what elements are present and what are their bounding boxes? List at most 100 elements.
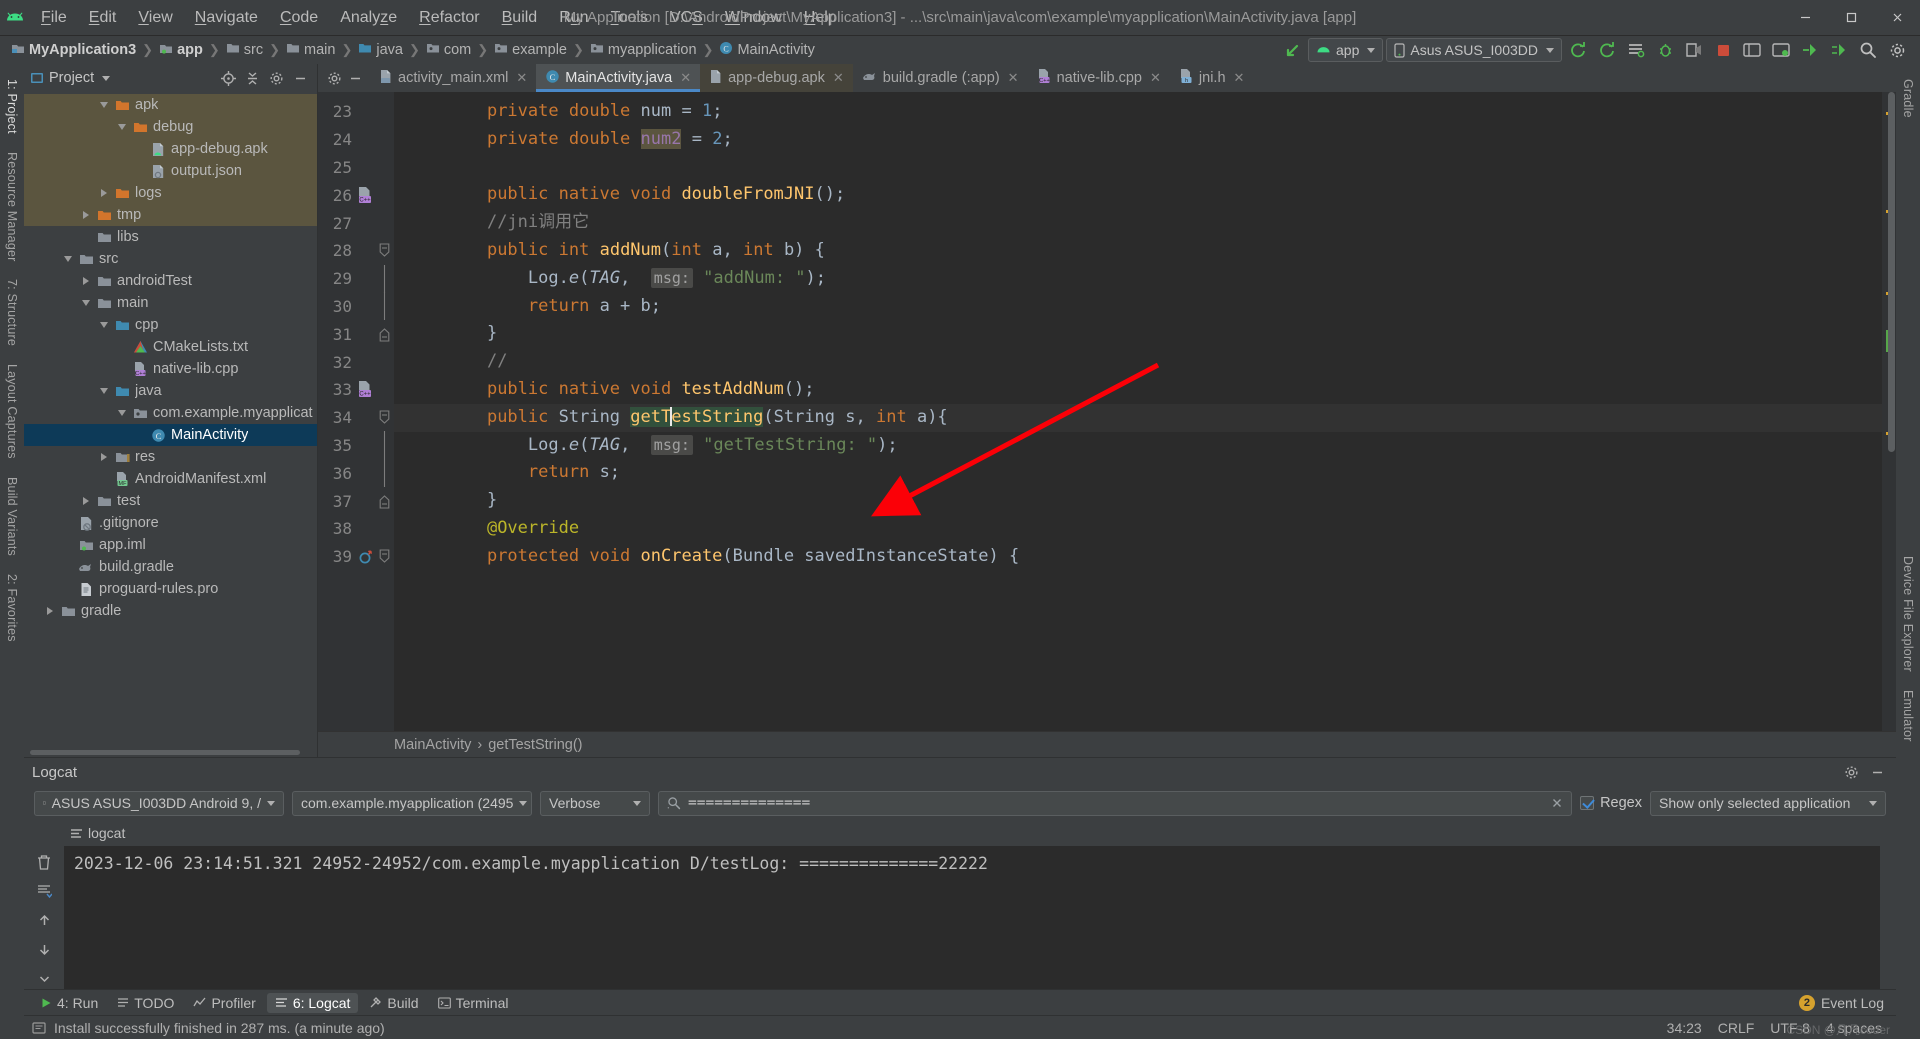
- code-line[interactable]: private double num2 = 2;: [394, 126, 1882, 154]
- rail-item-gradle[interactable]: Gradle: [1901, 70, 1915, 127]
- gutter-line[interactable]: 24: [318, 126, 394, 154]
- chevron-down-icon[interactable]: [60, 256, 76, 262]
- sync-project-icon[interactable]: [1594, 38, 1620, 62]
- code-editor[interactable]: 23 24 25 26 C++ 27 28 29 30 31 32 33 C++ 34 35 36 37 38 39…: [318, 92, 1896, 731]
- tree-node[interactable]: C MainActivity: [24, 424, 317, 446]
- code-line[interactable]: protected void onCreate(Bundle savedInst…: [394, 543, 1882, 571]
- menu-item-window[interactable]: Window: [714, 6, 793, 30]
- scroll-to-end-icon[interactable]: [32, 881, 56, 901]
- rail-item-resource-manager[interactable]: Resource Manager: [5, 143, 19, 271]
- close-icon[interactable]: ✕: [1234, 70, 1245, 86]
- error-stripe[interactable]: [1882, 92, 1896, 731]
- gutter-line[interactable]: 33 C++: [318, 376, 394, 404]
- minimize-button[interactable]: [1782, 0, 1828, 36]
- breadcrumb-mainactivity[interactable]: C MainActivity: [714, 40, 819, 60]
- rail-item-structure[interactable]: 7: Structure: [5, 270, 19, 355]
- chevron-right-icon[interactable]: [42, 607, 58, 615]
- gutter-line[interactable]: 31: [318, 320, 394, 348]
- breadcrumb-myapplication3[interactable]: MyApplication3: [6, 41, 141, 60]
- breadcrumb-com[interactable]: com: [421, 41, 476, 59]
- hide-icon[interactable]: [349, 72, 362, 85]
- project-horizontal-scrollbar[interactable]: [24, 748, 317, 757]
- toolwin-logcat[interactable]: 6: Logcat: [266, 992, 359, 1013]
- apply-code-changes-icon[interactable]: [1826, 38, 1852, 62]
- breadcrumb-myapplication[interactable]: myapplication: [585, 41, 702, 59]
- tree-node[interactable]: CMakeLists.txt: [24, 336, 317, 358]
- tree-node[interactable]: proguard-rules.pro: [24, 578, 317, 600]
- breadcrumb-src[interactable]: src: [221, 41, 268, 59]
- down-icon[interactable]: [32, 940, 56, 960]
- menu-item-navigate[interactable]: Navigate: [184, 6, 269, 30]
- logcat-scrollbar[interactable]: [1880, 846, 1896, 989]
- hide-icon[interactable]: [289, 67, 311, 89]
- logcat-scope-selector[interactable]: Show only selected application: [1650, 790, 1886, 816]
- chevron-right-icon[interactable]: [96, 453, 112, 461]
- logcat-regex-checkbox[interactable]: Regex: [1580, 795, 1642, 811]
- close-button[interactable]: [1874, 0, 1920, 36]
- toolwin-run[interactable]: 4: Run: [32, 993, 106, 1013]
- gutter-line[interactable]: 37: [318, 487, 394, 515]
- settings-icon[interactable]: [1884, 38, 1910, 62]
- code-line[interactable]: Log.e(TAG, msg: "getTestString: ");: [394, 432, 1882, 460]
- settings-icon[interactable]: [1840, 761, 1862, 783]
- close-icon[interactable]: ✕: [516, 70, 527, 86]
- rail-item-build-variants[interactable]: Build Variants: [5, 468, 19, 565]
- editor-tab-app-debug-apk[interactable]: app-debug.apk ✕: [700, 64, 853, 92]
- tree-node[interactable]: .gitignore: [24, 512, 317, 534]
- close-icon[interactable]: ✕: [1008, 70, 1019, 86]
- logcat-search-input[interactable]: [688, 795, 1545, 811]
- chevron-right-icon[interactable]: [78, 277, 94, 285]
- cpp-gutter-icon[interactable]: C++: [354, 381, 376, 398]
- rail-item-layout-captures[interactable]: Layout Captures: [5, 355, 19, 468]
- gutter-line[interactable]: 34: [318, 404, 394, 432]
- fold-handle-icon[interactable]: [376, 409, 392, 426]
- code-line[interactable]: @Override: [394, 515, 1882, 543]
- code-line[interactable]: public String getTestString(String s, in…: [394, 403, 1882, 432]
- editor-code[interactable]: private double num = 1; private double n…: [394, 92, 1882, 731]
- fold-handle-icon[interactable]: [376, 326, 392, 343]
- gutter-line[interactable]: 38: [318, 515, 394, 543]
- chevron-down-icon[interactable]: [96, 102, 112, 108]
- sync-gradle-icon[interactable]: [1565, 38, 1591, 62]
- rail-item-device-file-explorer[interactable]: Device File Explorer: [1901, 547, 1915, 681]
- logcat-output[interactable]: 2023-12-06 23:14:51.321 24952-24952/com.…: [64, 846, 1880, 989]
- chevron-down-icon[interactable]: [96, 388, 112, 394]
- menu-item-vcs[interactable]: VCS: [659, 6, 714, 30]
- chevron-right-icon[interactable]: [96, 189, 112, 197]
- override-gutter-icon[interactable]: [354, 549, 376, 565]
- gutter-line[interactable]: 28: [318, 237, 394, 265]
- code-line[interactable]: //jni调用它: [394, 209, 1882, 237]
- gutter-line[interactable]: 36: [318, 459, 394, 488]
- tree-node[interactable]: C++ native-lib.cpp: [24, 358, 317, 380]
- menu-item-tools[interactable]: Tools: [600, 6, 659, 30]
- code-line[interactable]: }: [394, 320, 1882, 348]
- up-icon[interactable]: [32, 910, 56, 930]
- tree-node[interactable]: app.iml: [24, 534, 317, 556]
- code-line[interactable]: private double num = 1;: [394, 98, 1882, 126]
- maximize-button[interactable]: [1828, 0, 1874, 36]
- gutter-line[interactable]: 29: [318, 264, 394, 293]
- gutter-line[interactable]: 35: [318, 431, 394, 460]
- tree-node[interactable]: app-debug.apk: [24, 138, 317, 160]
- device-selector[interactable]: Asus ASUS_I003DD: [1386, 38, 1562, 62]
- breadcrumb-app[interactable]: app: [154, 41, 208, 60]
- rail-item-emulator[interactable]: Emulator: [1901, 681, 1915, 751]
- code-line[interactable]: return a + b;: [394, 293, 1882, 321]
- menu-item-edit[interactable]: Edit: [78, 6, 128, 30]
- line-separator[interactable]: CRLF: [1718, 1020, 1755, 1036]
- breadcrumb-class[interactable]: MainActivity: [394, 737, 471, 753]
- close-icon[interactable]: ✕: [1150, 70, 1161, 86]
- fold-handle-icon[interactable]: [376, 548, 392, 565]
- code-line[interactable]: [394, 154, 1882, 182]
- close-icon[interactable]: ✕: [680, 70, 691, 86]
- chevron-down-icon[interactable]: [114, 124, 130, 130]
- sdk-manager-icon[interactable]: [1681, 38, 1707, 62]
- clear-icon[interactable]: [1551, 797, 1563, 809]
- tree-node[interactable]: gradle: [24, 600, 317, 622]
- tree-node[interactable]: build.gradle: [24, 556, 317, 578]
- tree-node[interactable]: output.json: [24, 160, 317, 182]
- chevron-right-icon[interactable]: [78, 211, 94, 219]
- logcat-device-selector[interactable]: ASUS ASUS_I003DD Android 9, /: [34, 790, 284, 816]
- locate-icon[interactable]: [217, 67, 239, 89]
- menu-item-run[interactable]: Run: [548, 6, 599, 30]
